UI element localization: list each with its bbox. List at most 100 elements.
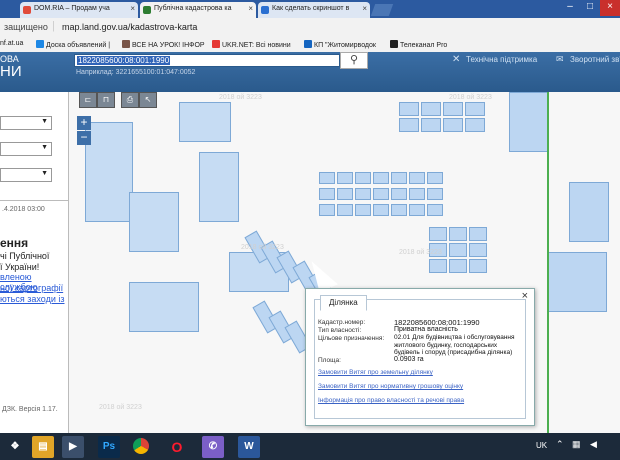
tab-close-icon[interactable]: ×	[362, 4, 367, 13]
map-parcel[interactable]	[509, 92, 549, 152]
map-parcel[interactable]	[179, 102, 231, 142]
news-text-line: ї України!	[0, 262, 40, 272]
map-parcel[interactable]	[355, 204, 371, 216]
news-date: .4.2018 03:00	[2, 206, 45, 213]
map-parcel[interactable]	[373, 172, 389, 184]
info-cursor-icon[interactable]: ↖	[139, 92, 157, 108]
map-parcel[interactable]	[469, 243, 487, 257]
news-link[interactable]: ються заходи із	[0, 294, 64, 304]
print-icon[interactable]: ⎙	[121, 92, 139, 108]
purpose-value: 02.01 Для будівництва і обслуговування ж…	[394, 334, 515, 356]
map-parcel[interactable]	[319, 188, 335, 200]
tab-parcel[interactable]: Ділянка	[320, 295, 367, 311]
url-field[interactable]: map.land.gov.ua/kadastrova-karta	[62, 22, 197, 32]
map-parcel[interactable]	[199, 152, 239, 222]
map-parcel[interactable]	[399, 118, 419, 132]
support-link[interactable]: Технічна підтримка	[466, 55, 537, 64]
map-parcel[interactable]	[421, 102, 441, 116]
bookmark-favicon-icon	[36, 40, 44, 48]
new-tab-button[interactable]	[370, 4, 394, 16]
ownership-info-link[interactable]: Інформація про право власності та речові…	[318, 397, 464, 404]
layer-select[interactable]: ▼	[0, 116, 52, 130]
map-parcel[interactable]	[319, 172, 335, 184]
area-tool-icon[interactable]: ⊓	[97, 92, 115, 108]
map-parcel[interactable]	[429, 259, 447, 273]
map-parcel[interactable]	[355, 172, 371, 184]
bookmark-item[interactable]: КП "Житомирводок	[304, 40, 376, 51]
viber-icon[interactable]: ✆	[202, 436, 224, 458]
news-link[interactable]: ної картографії	[0, 283, 63, 293]
map-parcel[interactable]	[427, 172, 443, 184]
bookmark-item[interactable]: nf.at.ua	[0, 40, 23, 51]
map-parcel[interactable]	[409, 188, 425, 200]
maximize-icon[interactable]: □	[580, 0, 600, 16]
map-parcel[interactable]	[85, 122, 133, 222]
map-parcel[interactable]	[129, 192, 179, 252]
map-parcel[interactable]	[373, 204, 389, 216]
cadastre-search-input[interactable]: 1822085600:08:001:1990	[74, 54, 340, 67]
start-icon[interactable]: ❖	[4, 436, 26, 458]
chrome-icon[interactable]	[130, 436, 152, 458]
close-window-icon[interactable]: ×	[600, 0, 620, 16]
map-parcel[interactable]	[427, 204, 443, 216]
map-parcel[interactable]	[449, 243, 467, 257]
media-player-icon[interactable]: ▶	[62, 436, 84, 458]
bookmark-item[interactable]: Доска объявлений |	[36, 40, 110, 51]
map-parcel[interactable]	[409, 172, 425, 184]
word-icon[interactable]: W	[238, 436, 260, 458]
tab-dom-ria[interactable]: DOM.RIA – Продам уча ×	[20, 2, 138, 18]
order-extract-link[interactable]: Замовити Витяг про земельну ділянку	[318, 369, 433, 376]
map-parcel[interactable]	[449, 227, 467, 241]
map-parcel[interactable]	[319, 204, 335, 216]
map-parcel[interactable]	[427, 188, 443, 200]
network-icon[interactable]: ▦	[572, 439, 581, 450]
map-parcel[interactable]	[391, 188, 407, 200]
opera-icon[interactable]: O	[166, 436, 188, 458]
map-parcel[interactable]	[391, 172, 407, 184]
tab-close-icon[interactable]: ×	[130, 4, 135, 13]
bookmark-item[interactable]: Телеканал Pro	[390, 40, 447, 51]
layer-select[interactable]: ▼	[0, 142, 52, 156]
map-parcel[interactable]	[469, 259, 487, 273]
map-parcel[interactable]	[391, 204, 407, 216]
chevron-down-icon: ▼	[41, 118, 48, 125]
ruler-icon[interactable]: ⊏	[79, 92, 97, 108]
zoom-in-button[interactable]: +	[77, 116, 91, 130]
map-parcel[interactable]	[465, 118, 485, 132]
map-parcel[interactable]	[337, 172, 353, 184]
map-parcel[interactable]	[547, 252, 607, 312]
map-parcel[interactable]	[355, 188, 371, 200]
map-watermark: 2018 ой 3223	[449, 94, 492, 101]
minimize-icon[interactable]: –	[560, 0, 580, 16]
map-parcel[interactable]	[399, 102, 419, 116]
language-indicator[interactable]: UK	[536, 441, 547, 450]
map-parcel[interactable]	[469, 227, 487, 241]
tab-screenshot[interactable]: Как сделать скриншот в ×	[258, 2, 370, 18]
tray-arrow-icon[interactable]: ⌃	[556, 439, 564, 450]
map-parcel[interactable]	[409, 204, 425, 216]
tab-close-icon[interactable]: ×	[248, 4, 253, 13]
map-parcel[interactable]	[421, 118, 441, 132]
feedback-link[interactable]: Зворотний зв'я	[570, 55, 620, 64]
map-parcel[interactable]	[449, 259, 467, 273]
map-parcel[interactable]	[443, 102, 463, 116]
volume-icon[interactable]: ◀	[590, 439, 597, 450]
bookmark-item[interactable]: ВСЕ НА УРОК! ІНФОР	[122, 40, 205, 51]
map-parcel[interactable]	[129, 282, 199, 332]
layer-select[interactable]: ▼	[0, 168, 52, 182]
tab-kadastr[interactable]: Публічна кадастрова ка ×	[140, 2, 256, 18]
map-parcel[interactable]	[569, 182, 609, 242]
map-parcel[interactable]	[443, 118, 463, 132]
zoom-out-button[interactable]: −	[77, 131, 91, 145]
explorer-icon[interactable]: ▤	[32, 436, 54, 458]
map-parcel[interactable]	[373, 188, 389, 200]
map-parcel[interactable]	[337, 204, 353, 216]
map-parcel[interactable]	[429, 227, 447, 241]
photoshop-icon[interactable]: Ps	[98, 436, 120, 458]
order-valuation-link[interactable]: Замовити Витяг про нормативну грошову оц…	[318, 383, 463, 390]
map-parcel[interactable]	[337, 188, 353, 200]
tab-title: DOM.RIA – Продам уча	[34, 5, 110, 12]
map-parcel[interactable]	[465, 102, 485, 116]
search-button[interactable]: ⚲	[340, 52, 368, 69]
bookmark-item[interactable]: UKR.NET: Всі новини	[212, 40, 291, 51]
